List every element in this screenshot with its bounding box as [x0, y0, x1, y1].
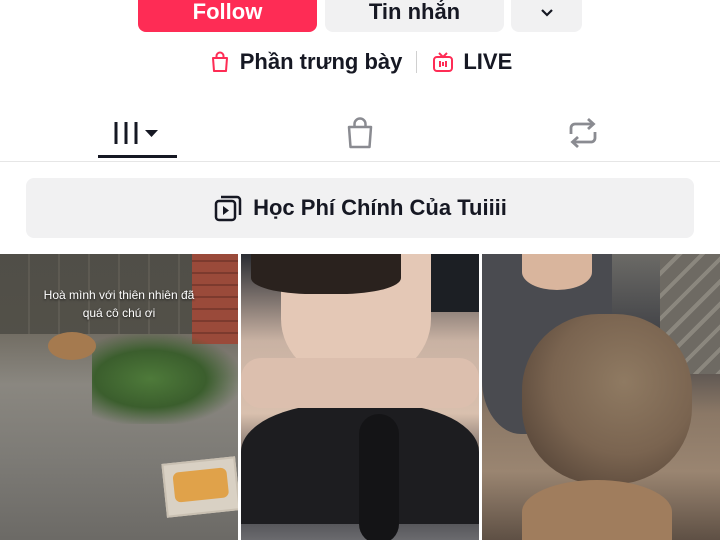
- message-label: Tin nhắn: [368, 0, 461, 24]
- active-tab-indicator: [98, 155, 177, 158]
- shopping-bag-icon: [347, 117, 373, 149]
- live-link[interactable]: LIVE: [431, 49, 512, 75]
- thumbnail-image-detail: [161, 456, 238, 518]
- thumbnail-image-detail: [522, 314, 692, 484]
- profile-actions: Follow Tin nhắn: [0, 0, 720, 32]
- thumbnail-image-detail: [522, 254, 592, 290]
- thumbnail-image-detail: [241, 358, 479, 408]
- follow-button[interactable]: Follow: [138, 0, 317, 32]
- thumbnail-image-detail: [48, 332, 96, 360]
- live-label: LIVE: [463, 49, 513, 74]
- thumbnail-image-detail: [522, 480, 672, 540]
- thumbnail-image-detail: [92, 334, 238, 424]
- links-divider: [416, 51, 418, 73]
- tv-icon: [433, 52, 454, 72]
- tab-videos[interactable]: [98, 104, 177, 162]
- more-button[interactable]: [511, 0, 582, 32]
- message-button[interactable]: Tin nhắn: [325, 0, 504, 32]
- video-thumbnail[interactable]: Hoà mình với thiên nhiên đã quá cô chú ơ…: [0, 254, 238, 540]
- shopping-bag-icon: [211, 51, 228, 72]
- playlist-button[interactable]: Học Phí Chính Của Tuiiii: [26, 178, 694, 238]
- profile-tabs: [0, 104, 720, 162]
- showcase-label: Phần trưng bày: [239, 49, 403, 74]
- repost-icon: [569, 117, 597, 149]
- thumbnail-image-detail: [251, 254, 401, 294]
- playlist-icon: [214, 195, 242, 222]
- video-thumbnail[interactable]: [241, 254, 479, 540]
- grid-dropdown-icon: [114, 122, 158, 144]
- tab-shop[interactable]: [320, 104, 400, 162]
- video-caption: Hoà mình với thiên nhiên đã quá cô chú ơ…: [43, 288, 195, 320]
- follow-label: Follow: [192, 0, 263, 24]
- playlist-title: Học Phí Chính Của Tuiiii: [253, 195, 507, 220]
- showcase-link[interactable]: Phần trưng bày: [208, 49, 403, 75]
- tab-reposts[interactable]: [543, 104, 623, 162]
- thumbnail-image-detail: [359, 414, 399, 540]
- profile-links: Phần trưng bày LIVE: [0, 44, 720, 80]
- video-grid: Hoà mình với thiên nhiên đã quá cô chú ơ…: [0, 254, 720, 540]
- video-thumbnail[interactable]: [482, 254, 720, 540]
- chevron-down-icon: [540, 9, 553, 17]
